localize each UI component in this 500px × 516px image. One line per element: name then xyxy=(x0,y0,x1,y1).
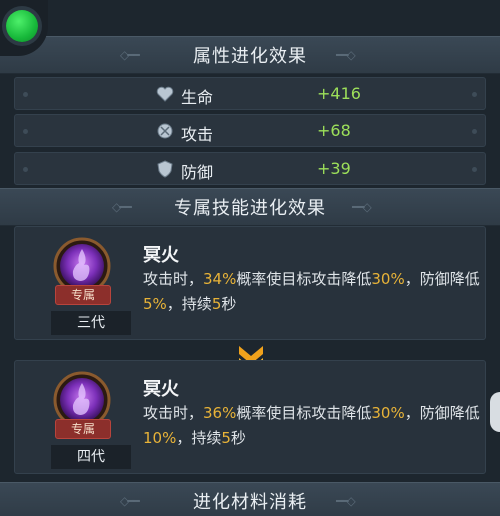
stat-label: 生命 xyxy=(181,88,214,107)
shield-icon xyxy=(157,160,173,178)
stat-row-hp: 生命 +416 xyxy=(14,77,486,110)
generation-label: 四代 xyxy=(51,445,131,469)
stat-label: 攻击 xyxy=(181,125,214,144)
skill-name: 冥火 xyxy=(143,379,179,400)
skill-card-gen4[interactable]: 专属 四代 冥火 攻击时，36%概率使目标攻击降低30%，防御降低10%，持续5… xyxy=(14,360,486,474)
ornament-left: ◇━━ xyxy=(120,494,140,508)
floating-assist-button[interactable] xyxy=(6,10,38,42)
ornament-right: ━━◇ xyxy=(336,48,356,62)
materials-section-header: ◇━━ 进化材料消耗 ━━◇ xyxy=(0,482,500,516)
heart-icon xyxy=(156,86,174,102)
ornament-right: ━━◇ xyxy=(336,494,356,508)
ornament-left: ◇━━ xyxy=(112,200,132,214)
evolution-panel: ◇━━ 属性进化效果 ━━◇ 生命 +416 攻击 +68 防御 +39 ◇━━… xyxy=(0,0,500,516)
attack-icon xyxy=(157,123,173,139)
section-title: 进化材料消耗 xyxy=(193,492,307,513)
exclusive-tag: 专属 xyxy=(55,419,111,439)
generation-label: 三代 xyxy=(51,311,131,335)
section-title: 属性进化效果 xyxy=(193,46,307,67)
skill-card-gen3[interactable]: 专属 三代 冥火 攻击时，34%概率使目标攻击降低30%，防御降低5%，持续5秒 xyxy=(14,226,486,340)
exclusive-tag: 专属 xyxy=(55,285,111,305)
stat-row-attack: 攻击 +68 xyxy=(14,114,486,147)
stat-value: +39 xyxy=(317,159,351,178)
stat-label: 防御 xyxy=(181,163,214,182)
stat-value: +416 xyxy=(317,84,361,103)
skill-description: 攻击时，36%概率使目标攻击降低30%，防御降低10%，持续5秒 xyxy=(143,404,480,447)
stat-row-defense: 防御 +39 xyxy=(14,152,486,185)
side-pull-tab[interactable] xyxy=(490,392,500,432)
section-title: 专属技能进化效果 xyxy=(174,198,326,219)
stat-value: +68 xyxy=(317,121,351,140)
ornament-left: ◇━━ xyxy=(120,48,140,62)
skill-description: 攻击时，34%概率使目标攻击降低30%，防御降低5%，持续5秒 xyxy=(143,270,480,313)
ornament-right: ━━◇ xyxy=(352,200,372,214)
attribute-section-header: ◇━━ 属性进化效果 ━━◇ xyxy=(0,36,500,74)
skill-section-header: ◇━━ 专属技能进化效果 ━━◇ xyxy=(0,188,500,226)
skill-name: 冥火 xyxy=(143,245,179,266)
